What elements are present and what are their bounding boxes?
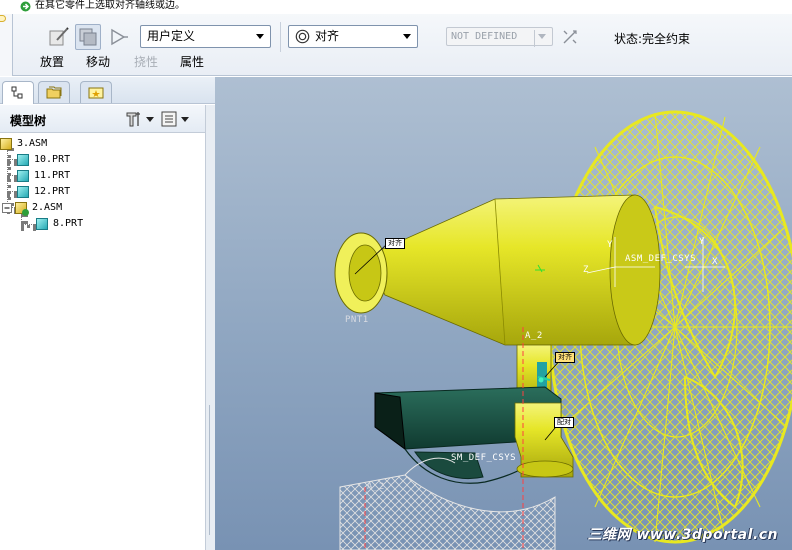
chevron-down-icon xyxy=(538,34,546,39)
graphics-window[interactable]: 对齐 对齐 配对 Y Y ASM_DEF_CSYS Z X PNT1 A_2 S… xyxy=(215,77,792,550)
constraint-set-value: 用户定义 xyxy=(147,29,196,43)
show-columns-icon[interactable] xyxy=(160,110,178,128)
tree-item-11-prt[interactable]: 11.PRT xyxy=(17,168,70,184)
tree-item-8-prt[interactable]: 8.PRT xyxy=(36,216,83,232)
part-icon xyxy=(17,154,29,166)
align-constraint-icon xyxy=(295,29,310,44)
navigator-tabs xyxy=(0,77,215,104)
tree-settings-icon[interactable] xyxy=(125,110,143,128)
favorites-icon xyxy=(88,87,104,98)
tree-item-3-asm[interactable]: 3.ASM xyxy=(0,136,47,152)
model-tree-title: 模型树 xyxy=(10,114,47,128)
flip-offset-icon[interactable] xyxy=(557,24,583,50)
constraint-type-dropdown[interactable]: 对齐 xyxy=(288,25,418,48)
align-constraint-tag[interactable]: 对齐 xyxy=(555,352,575,363)
tree-item-label: 2.ASM xyxy=(32,202,63,213)
tree-item-2-asm[interactable]: 2.ASM xyxy=(2,200,62,216)
tree-item-label: 3.ASM xyxy=(17,138,48,149)
mate-constraint-tag[interactable]: 配对 xyxy=(554,417,574,428)
y-axis-label: Y xyxy=(699,237,705,247)
tree-item-label: 12.PRT xyxy=(34,186,71,197)
assembly-icon xyxy=(0,138,12,150)
message-bar: 在其它零件上选取对齐轴线或边。 xyxy=(0,0,792,14)
tree-item-label: 8.PRT xyxy=(53,218,84,229)
chevron-down-icon[interactable] xyxy=(146,116,154,122)
model-tree-header: 模型树 xyxy=(0,105,205,133)
component-window-icon[interactable] xyxy=(75,24,101,50)
watermark: 三维网 www.3dportal.cn xyxy=(587,527,778,543)
chevron-down-icon xyxy=(403,34,411,39)
tab-placement[interactable]: 放置 xyxy=(40,55,64,69)
tab-move[interactable]: 移动 xyxy=(86,55,110,69)
constraint-status: 状态:完全约束 xyxy=(614,32,691,46)
tree-item-label: 11.PRT xyxy=(34,170,71,181)
motor-housing[interactable] xyxy=(334,194,661,346)
tab-favorites[interactable] xyxy=(80,81,112,103)
part-icon xyxy=(36,218,48,230)
edit-placement-icon[interactable] xyxy=(46,24,72,50)
collapse-icon[interactable] xyxy=(2,203,12,213)
y-axis-label: Y xyxy=(607,240,613,250)
axis-label: A_2 xyxy=(367,482,385,492)
model-tree-icon xyxy=(11,86,23,99)
sash-grip[interactable] xyxy=(209,405,213,535)
tab-flexibility[interactable]: 挠性 xyxy=(134,55,158,69)
part-icon xyxy=(17,170,29,182)
z-axis-label: Z xyxy=(583,265,589,275)
dashboard: 在其它零件上选取对齐轴线或边。 用户定义 对齐 NOT DEFINED 状态:完… xyxy=(0,0,792,76)
constraint-type-value: 对齐 xyxy=(315,29,340,43)
folder-icon xyxy=(46,86,62,98)
model-viewport[interactable] xyxy=(215,77,792,550)
part-icon xyxy=(17,186,29,198)
tab-model-tree[interactable] xyxy=(2,81,34,104)
asm-csys-label: ASM_DEF_CSYS xyxy=(625,254,697,264)
tree-item-10-prt[interactable]: 10.PRT xyxy=(17,152,70,168)
sub-asm-csys-label: SM_DEF_CSYS xyxy=(451,453,517,463)
model-tree: 3.ASM 10.PRT 11.PRT 12.PRT 2.ASM 8.PRT xyxy=(0,134,205,550)
prompt-message: 在其它零件上选取对齐轴线或边。 xyxy=(35,0,185,11)
chevron-down-icon[interactable] xyxy=(181,116,189,122)
offset-value-field[interactable]: NOT DEFINED xyxy=(446,27,553,47)
left-edge-stub xyxy=(0,14,13,76)
x-axis-label: X xyxy=(712,257,718,267)
chevron-down-icon xyxy=(256,34,264,39)
offset-value: NOT DEFINED xyxy=(451,31,518,42)
tree-item-12-prt[interactable]: 12.PRT xyxy=(17,184,70,200)
datum-point-label: PNT1 xyxy=(345,315,369,325)
arrow-right-icon xyxy=(20,1,31,12)
toolbar-divider xyxy=(280,22,281,52)
navigator-sash[interactable] xyxy=(205,105,215,550)
tree-item-label: 10.PRT xyxy=(34,154,71,165)
tab-folder-browser[interactable] xyxy=(38,81,70,103)
tab-properties[interactable]: 属性 xyxy=(180,55,204,69)
flip-constraint-icon[interactable] xyxy=(106,24,132,50)
constraint-set-dropdown[interactable]: 用户定义 xyxy=(140,25,271,48)
axis-label: A_2 xyxy=(525,331,543,341)
assembly-placing-icon xyxy=(15,202,29,216)
align-constraint-tag[interactable]: 对齐 xyxy=(385,238,405,249)
